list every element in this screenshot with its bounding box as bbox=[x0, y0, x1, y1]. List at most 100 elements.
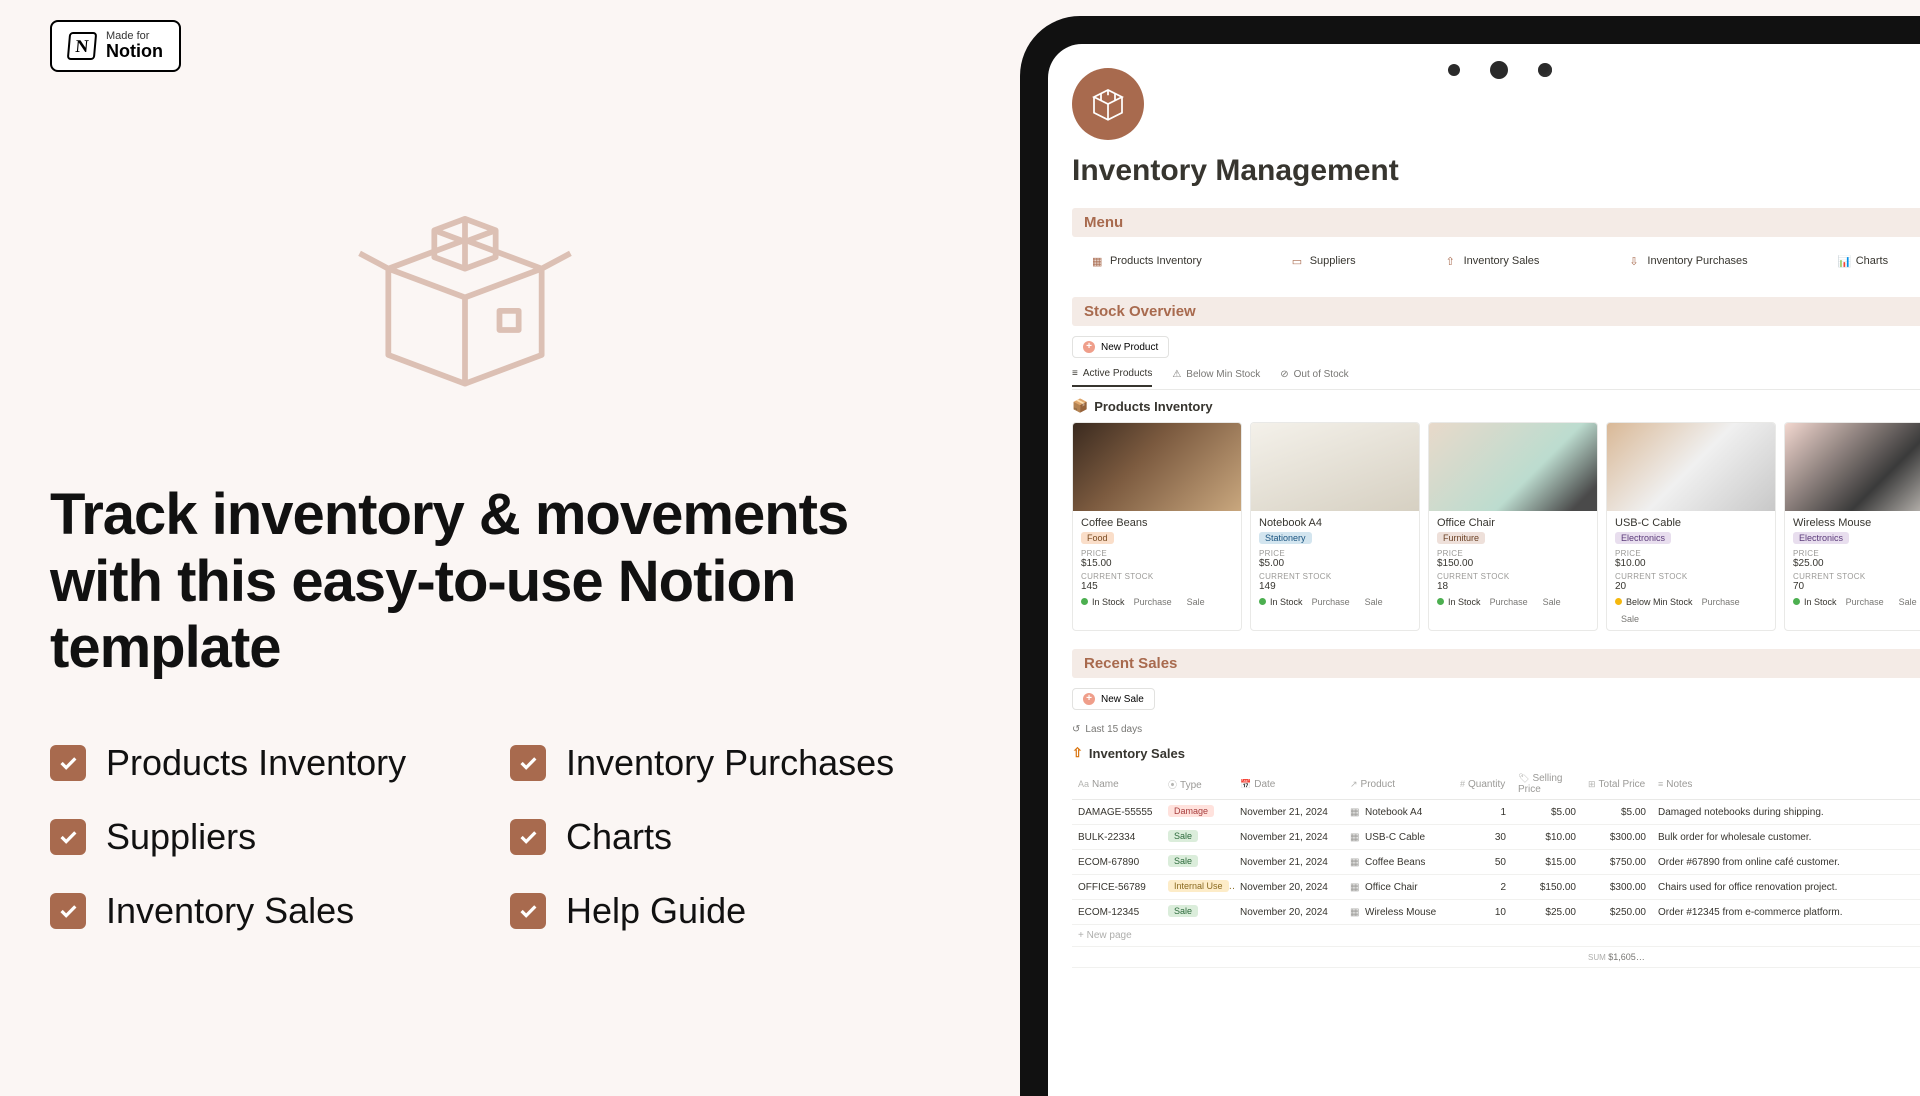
table-row[interactable]: DAMAGE-55555 Damage November 21, 2024 ▦N… bbox=[1072, 800, 1920, 825]
feature-item: Inventory Purchases bbox=[510, 742, 950, 784]
col-total-price[interactable]: ⊞Total Price bbox=[1582, 769, 1652, 800]
cell-type: Damage bbox=[1162, 800, 1234, 825]
product-name: USB-C Cable bbox=[1615, 517, 1767, 529]
promo-panel: N Made for Notion Track inventory & move… bbox=[0, 0, 1000, 1080]
sale-link[interactable]: Sale bbox=[1537, 595, 1567, 609]
tab-out-of-stock[interactable]: ⊘Out of Stock bbox=[1280, 368, 1348, 387]
sale-link[interactable]: Sale bbox=[1615, 612, 1645, 626]
sale-link[interactable]: Sale bbox=[1359, 595, 1389, 609]
product-card[interactable]: Coffee Beans Food PRICE $15.00 CURRENT S… bbox=[1072, 422, 1242, 631]
cell-product: ▦Coffee Beans bbox=[1344, 850, 1454, 875]
new-page-row[interactable]: + New page bbox=[1072, 925, 1920, 947]
purchase-link[interactable]: Purchase bbox=[1306, 595, 1356, 609]
cell-notes: Damaged notebooks during shipping. bbox=[1652, 800, 1920, 825]
purchase-link[interactable]: Purchase bbox=[1696, 595, 1746, 609]
notion-badge: N Made for Notion bbox=[50, 20, 181, 72]
cell-qty: 1 bbox=[1454, 800, 1512, 825]
stock-status: In Stock bbox=[1081, 597, 1125, 607]
purchase-link[interactable]: Purchase bbox=[1840, 595, 1890, 609]
headline: Track inventory & movements with this ea… bbox=[50, 482, 950, 682]
plus-icon: + bbox=[1083, 693, 1095, 705]
badge-notion: Notion bbox=[106, 42, 163, 62]
check-icon bbox=[510, 893, 546, 929]
cell-name: BULK-22334 bbox=[1072, 825, 1162, 850]
stock-label: CURRENT STOCK bbox=[1259, 572, 1411, 581]
feature-label: Suppliers bbox=[106, 816, 256, 858]
new-product-button[interactable]: + New Product bbox=[1072, 336, 1169, 358]
stock-status: In Stock bbox=[1259, 597, 1303, 607]
stock-value: 18 bbox=[1437, 581, 1589, 592]
product-image bbox=[1607, 423, 1775, 511]
cell-total: $300.00 bbox=[1582, 875, 1652, 900]
product-tag: Electronics bbox=[1615, 532, 1671, 544]
product-card[interactable]: Wireless Mouse Electronics PRICE $25.00 … bbox=[1784, 422, 1920, 631]
menu-item-products-inventory[interactable]: ▦Products Inventory bbox=[1092, 255, 1202, 267]
product-image bbox=[1073, 423, 1241, 511]
purchase-link[interactable]: Purchase bbox=[1484, 595, 1534, 609]
col-selling-price[interactable]: 🏷Selling Price bbox=[1512, 769, 1582, 800]
cell-date: November 20, 2024 bbox=[1234, 875, 1344, 900]
purchase-link[interactable]: Purchase bbox=[1128, 595, 1178, 609]
notion-logo-icon: N bbox=[67, 32, 97, 60]
products-db-title: 📦 Products Inventory bbox=[1072, 398, 1920, 414]
sale-link[interactable]: Sale bbox=[1181, 595, 1211, 609]
table-row[interactable]: ECOM-12345 Sale November 20, 2024 ▦Wirel… bbox=[1072, 900, 1920, 925]
table-row[interactable]: BULK-22334 Sale November 21, 2024 ▦USB-C… bbox=[1072, 825, 1920, 850]
menu-item-suppliers[interactable]: ▭Suppliers bbox=[1292, 255, 1356, 267]
col-notes[interactable]: ≡Notes bbox=[1652, 769, 1920, 800]
feature-item: Help Guide bbox=[510, 890, 950, 932]
cell-product: ▦Notebook A4 bbox=[1344, 800, 1454, 825]
check-icon bbox=[50, 819, 86, 855]
menu-item-charts[interactable]: 📊Charts bbox=[1838, 255, 1888, 267]
tab-active-products[interactable]: ≡Active Products bbox=[1072, 368, 1152, 387]
menu-item-inventory-sales[interactable]: ⇧Inventory Sales bbox=[1446, 255, 1540, 267]
card-icon: ▭ bbox=[1292, 255, 1304, 267]
product-card[interactable]: USB-C Cable Electronics PRICE $10.00 CUR… bbox=[1606, 422, 1776, 631]
product-tabs: ≡Active Products ⚠Below Min Stock ⊘Out of … bbox=[1072, 366, 1920, 390]
col-type[interactable]: ⦿Type bbox=[1162, 769, 1234, 800]
cell-name: OFFICE-56789 bbox=[1072, 875, 1162, 900]
price-label: PRICE bbox=[1081, 549, 1233, 558]
product-image bbox=[1251, 423, 1419, 511]
product-name: Wireless Mouse bbox=[1793, 517, 1920, 529]
page-title: Inventory Management bbox=[1072, 154, 1920, 188]
link-icon: ▦ bbox=[1350, 882, 1361, 893]
product-name: Office Chair bbox=[1437, 517, 1589, 529]
link-icon: ▦ bbox=[1350, 907, 1361, 918]
cell-product: ▦Office Chair bbox=[1344, 875, 1454, 900]
upload-icon: ⇧ bbox=[1446, 255, 1458, 267]
menu-bar: ▦Products Inventory ▭Suppliers ⇧Inventory … bbox=[1072, 247, 1920, 287]
product-name: Notebook A4 bbox=[1259, 517, 1411, 529]
app-screen: Inventory Management Menu ▦Products Inve… bbox=[1048, 44, 1920, 1096]
sale-link[interactable]: Sale bbox=[1893, 595, 1920, 609]
col-name[interactable]: AaName bbox=[1072, 769, 1162, 800]
table-row[interactable]: OFFICE-56789 Internal Use November 20, 2… bbox=[1072, 875, 1920, 900]
cell-type: Sale bbox=[1162, 825, 1234, 850]
new-sale-button[interactable]: + New Sale bbox=[1072, 688, 1155, 710]
col-product[interactable]: ↗Product bbox=[1344, 769, 1454, 800]
product-card[interactable]: Office Chair Furniture PRICE $150.00 CUR… bbox=[1428, 422, 1598, 631]
table-row[interactable]: ECOM-67890 Sale November 21, 2024 ▦Coffe… bbox=[1072, 850, 1920, 875]
menu-item-inventory-purchases[interactable]: ⇩Inventory Purchases bbox=[1629, 255, 1747, 267]
cell-notes: Order #12345 from e-commerce platform. bbox=[1652, 900, 1920, 925]
cell-qty: 2 bbox=[1454, 875, 1512, 900]
stock-value: 149 bbox=[1259, 581, 1411, 592]
filter-last-15-days[interactable]: ↺ Last 15 days bbox=[1072, 718, 1920, 737]
cell-name: ECOM-12345 bbox=[1072, 900, 1162, 925]
cell-price: $10.00 bbox=[1512, 825, 1582, 850]
product-name: Coffee Beans bbox=[1081, 517, 1233, 529]
feature-item: Suppliers bbox=[50, 816, 490, 858]
upload-icon: ⇧ bbox=[1072, 745, 1083, 761]
tab-below-min-stock[interactable]: ⚠Below Min Stock bbox=[1172, 368, 1260, 387]
box-icon: 📦 bbox=[1072, 398, 1088, 414]
col-quantity[interactable]: #Quantity bbox=[1454, 769, 1512, 800]
grid-icon: ▦ bbox=[1092, 255, 1104, 267]
price-value: $15.00 bbox=[1081, 558, 1233, 569]
stock-value: 70 bbox=[1793, 581, 1920, 592]
stock-status: In Stock bbox=[1437, 597, 1481, 607]
page-icon[interactable] bbox=[1072, 68, 1144, 140]
product-card[interactable]: Notebook A4 Stationery PRICE $5.00 CURRE… bbox=[1250, 422, 1420, 631]
col-date[interactable]: 📅Date bbox=[1234, 769, 1344, 800]
cell-name: DAMAGE-55555 bbox=[1072, 800, 1162, 825]
cell-total: $250.00 bbox=[1582, 900, 1652, 925]
